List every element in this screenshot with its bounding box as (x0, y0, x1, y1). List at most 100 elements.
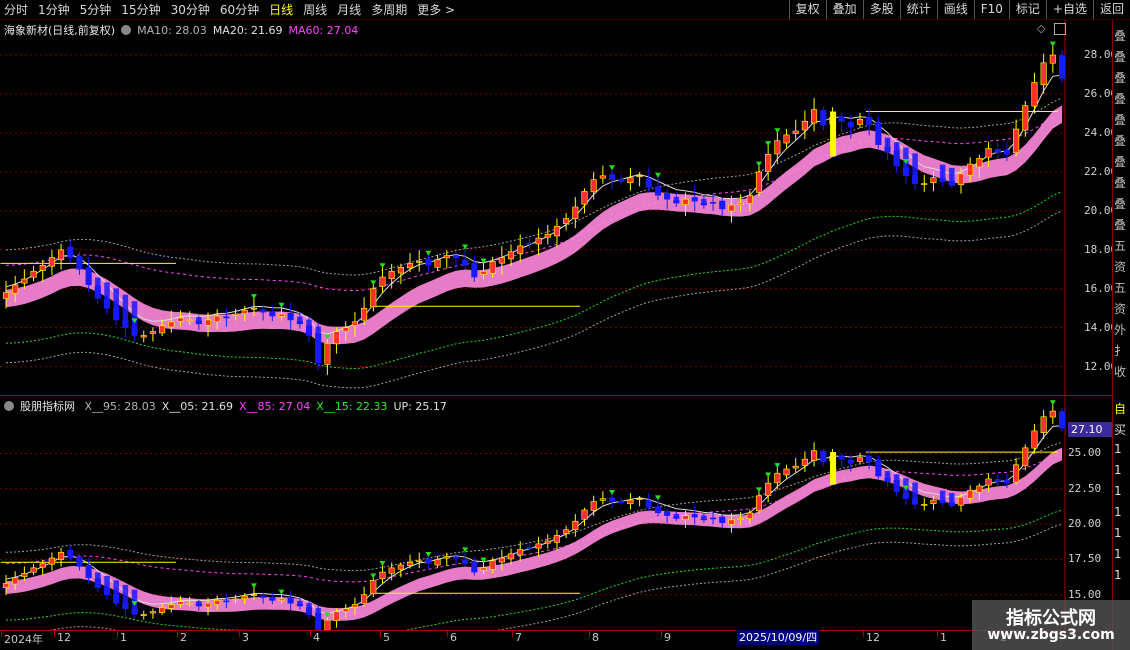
candle-body (553, 226, 561, 237)
candle-body (572, 206, 579, 219)
right-strip-char-13: 资 (1114, 302, 1127, 316)
x-tick-mark (177, 631, 178, 637)
candle-body (443, 255, 450, 259)
candle-body (388, 270, 395, 280)
panel-toggle-icon[interactable] (1054, 23, 1066, 35)
settings-circle-icon[interactable] (4, 401, 14, 411)
right-strip-char-0: 叠 (1114, 29, 1127, 43)
candle-body (30, 567, 37, 573)
candle-body (811, 109, 818, 124)
period-tab-0[interactable]: 分时 (4, 1, 28, 18)
candle-body (599, 498, 606, 501)
candle-body (737, 518, 744, 520)
signal-arrow (370, 280, 377, 286)
signal-arrow (278, 589, 285, 595)
candle-body (976, 485, 983, 493)
period-tab-5[interactable]: 60分钟 (220, 1, 259, 18)
candle-body (39, 563, 46, 568)
candle-body (388, 567, 395, 574)
blue-volume-bar (315, 326, 321, 363)
candle-body (177, 601, 184, 605)
candle-body (957, 173, 965, 186)
candle-body (636, 175, 643, 178)
candle-body (572, 520, 579, 531)
signal-arrow (250, 583, 257, 589)
candle-body (682, 198, 689, 205)
x-tick-label-6: 5 (383, 631, 390, 644)
right-strip-char-15: 扌 (1114, 344, 1127, 358)
x-tick-mark (863, 631, 864, 637)
toolbar-button-8[interactable]: 返回 (1092, 0, 1130, 19)
candle-body (370, 288, 377, 308)
candle-body (1040, 62, 1047, 86)
blue-volume-bar (701, 199, 707, 205)
toolbar-button-3[interactable]: 统计 (899, 0, 937, 19)
toolbar-button-1[interactable]: 叠加 (825, 0, 863, 19)
candle-body (214, 600, 221, 605)
candle-body (149, 611, 156, 614)
candle-body (2, 583, 10, 588)
toolbar-button-2[interactable]: 多股 (862, 0, 900, 19)
period-tab-2[interactable]: 5分钟 (80, 1, 112, 18)
candle-body (645, 178, 652, 188)
candle-body (416, 560, 423, 563)
x-tick-mark (380, 631, 381, 637)
candle-body (765, 482, 772, 496)
candle-body (1022, 447, 1029, 466)
period-tab-9[interactable]: 多周期 (371, 1, 407, 18)
x-tick-label-14: 1 (940, 631, 947, 644)
right-strip-sub-char-7: 1 (1114, 547, 1122, 561)
blue-volume-bar (315, 607, 321, 630)
signal-arrow (755, 487, 762, 493)
indicator-legend-3: X__15: 22.33 (316, 400, 388, 413)
indicator-chart[interactable] (0, 397, 1112, 630)
candle-body (1031, 430, 1038, 449)
candle-body (856, 457, 864, 462)
toolbar-button-0[interactable]: 复权 (788, 0, 826, 19)
candle-body (599, 175, 606, 179)
period-tab-10[interactable]: 更多 > (417, 1, 455, 18)
blue-volume-bar (673, 514, 680, 519)
indicator-legend-4: UP: 25.17 (393, 400, 447, 413)
candle-body (76, 256, 83, 270)
sub-y-tick-0: 25.00 (1068, 446, 1102, 460)
candle-body (149, 331, 156, 334)
toolbar-button-5[interactable]: F10 (973, 0, 1009, 19)
blue-volume-bar (297, 600, 303, 606)
candle-body (12, 577, 19, 585)
main-price-chart[interactable] (0, 20, 1112, 416)
diamond-icon[interactable]: ◇ (1037, 22, 1045, 35)
candle-body (856, 119, 864, 125)
blue-volume-bar (949, 492, 955, 506)
cursor-date-label: 2025/10/09/四 (737, 630, 820, 645)
candle-body (434, 259, 441, 268)
candle-body (204, 602, 212, 608)
candle-body (792, 465, 799, 469)
x-tick-label-7: 6 (450, 631, 457, 644)
period-tab-6[interactable]: 日线 (269, 1, 293, 18)
indicator-legend-2: X__85: 27.04 (238, 400, 311, 413)
toolbar-button-4[interactable]: 画线 (936, 0, 974, 19)
period-tab-3[interactable]: 15分钟 (121, 1, 160, 18)
period-tab-7[interactable]: 周线 (303, 1, 327, 18)
x-tick-mark (117, 631, 118, 637)
blue-volume-bar (306, 319, 312, 336)
candle-body (443, 556, 450, 559)
candle-body (728, 519, 735, 525)
right-strip-sub-char-1: 买 (1114, 423, 1127, 437)
right-strip-sub-char-3: 1 (1114, 463, 1122, 477)
period-tab-4[interactable]: 30分钟 (171, 1, 210, 18)
lower-gray-band (48, 523, 1063, 630)
candle-body (921, 504, 928, 506)
toolbar-button-7[interactable]: +自选 (1045, 0, 1093, 19)
settings-circle-icon[interactable] (121, 25, 132, 35)
period-tab-1[interactable]: 1分钟 (38, 1, 70, 18)
blue-volume-bar (893, 142, 900, 167)
candle-body (1013, 128, 1020, 154)
period-tab-8[interactable]: 月线 (337, 1, 361, 18)
signal-arrow (1049, 41, 1056, 47)
x-tick-mark (1, 631, 2, 637)
toolbar-button-6[interactable]: 标记 (1008, 0, 1046, 19)
indicator-legend-1: X__05: 21.69 (161, 400, 233, 413)
candle-body (269, 311, 276, 317)
